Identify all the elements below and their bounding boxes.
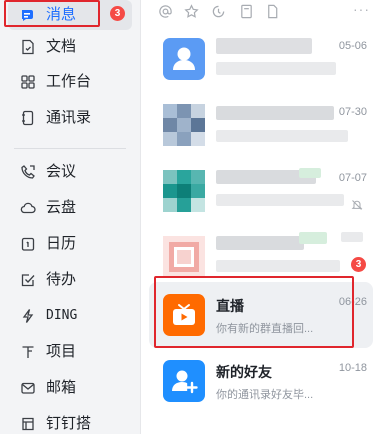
sidebar-item-label: 工作台 <box>46 73 92 90</box>
blurred-tag <box>299 168 321 178</box>
sidebar-item-label: 待办 <box>46 271 77 288</box>
sidebar-item-label: 会议 <box>46 163 77 180</box>
blurred-name <box>216 236 304 250</box>
document-icon <box>20 39 36 55</box>
blurred-avatar <box>163 104 205 146</box>
mail-icon <box>20 380 36 396</box>
conversation-preview: 你有新的群直播回... <box>216 323 314 335</box>
calendar-icon <box>20 236 36 252</box>
blurred-preview <box>216 62 336 75</box>
sidebar-item-dingdingda[interactable]: 钉钉搭 <box>8 409 132 434</box>
conversation-time: 10-18 <box>338 362 367 374</box>
conversation-time: 07-07 <box>338 172 367 184</box>
conversation-item-live[interactable]: 直播 你有新的群直播回... 06-26 <box>149 282 373 348</box>
conversation-time: 05-06 <box>338 40 367 52</box>
star-icon[interactable] <box>184 4 199 19</box>
person-avatar-icon <box>163 38 205 80</box>
blurred-avatar <box>163 170 205 212</box>
blurred-preview <box>216 130 348 142</box>
file-icon[interactable] <box>265 4 280 19</box>
project-icon <box>20 344 36 360</box>
conversation-preview: 你的通讯录好友毕... <box>216 389 314 401</box>
sidebar-item-label: 文档 <box>46 38 77 55</box>
blurred-preview <box>216 194 344 206</box>
live-tv-icon <box>163 294 205 336</box>
sidebar-item-contacts[interactable]: 通讯录 <box>8 103 132 133</box>
unread-badge: 3 <box>351 257 366 272</box>
sidebar-item-workbench[interactable]: 工作台 <box>8 67 132 97</box>
conversation-item[interactable] <box>149 224 373 290</box>
grid-icon <box>20 74 36 90</box>
sidebar-item-label: 项目 <box>46 343 77 360</box>
sidebar-item-label: 云盘 <box>46 199 77 216</box>
blurred-name <box>216 106 334 120</box>
cloud-icon <box>20 200 36 216</box>
conversation-item[interactable]: 07-30 <box>149 92 373 158</box>
at-icon[interactable] <box>158 4 173 19</box>
address-book-icon <box>20 110 36 126</box>
sidebar-item-todo[interactable]: 待办 <box>8 265 132 295</box>
blurred-tag <box>299 232 327 244</box>
blurred-avatar <box>163 236 205 278</box>
checkbox-icon <box>20 272 36 288</box>
conversation-name: 新的好友 <box>216 364 272 380</box>
sidebar-item-meeting[interactable]: 会议 <box>8 157 132 187</box>
conversation-item-new-friends[interactable]: 新的好友 你的通讯录好友毕... 10-18 <box>149 348 373 414</box>
add-friend-icon <box>163 360 205 402</box>
sidebar-item-calendar[interactable]: 日历 <box>8 229 132 259</box>
conversation-item[interactable]: 07-07 <box>149 158 373 224</box>
sidebar-item-ding[interactable]: DING <box>8 301 132 331</box>
blurred-time <box>341 232 363 242</box>
sidebar-item-mail[interactable]: 邮箱 <box>8 373 132 403</box>
list-toolbar: ··· <box>141 0 382 24</box>
more-icon[interactable]: ··· <box>353 1 370 17</box>
sidebar-item-docs[interactable]: 文档 <box>8 32 132 62</box>
sidebar-item-drive[interactable]: 云盘 <box>8 193 132 223</box>
sidebar-item-label: DING <box>46 308 78 323</box>
doc-icon[interactable] <box>239 4 254 19</box>
sidebar-item-label: 日历 <box>46 235 77 252</box>
conversation-name: 直播 <box>216 298 244 314</box>
sidebar-item-label: 消息 <box>46 6 77 23</box>
message-icon <box>20 7 36 23</box>
blurred-preview <box>216 260 340 272</box>
blurred-name <box>216 38 312 54</box>
sidebar-divider <box>14 148 126 149</box>
conversation-item[interactable]: 05-06 <box>149 26 373 92</box>
mute-bell-icon <box>351 198 363 210</box>
sidebar: 消息 3 文档 工作台 通讯录 会议 云盘 日历 待办 DING 项目 邮箱 钉… <box>0 0 141 434</box>
unread-badge: 3 <box>110 6 125 21</box>
lightning-icon <box>20 308 36 324</box>
clock-icon[interactable] <box>211 4 226 19</box>
build-icon <box>20 416 36 432</box>
sidebar-item-label: 邮箱 <box>46 379 77 396</box>
conversation-time: 07-30 <box>338 106 367 118</box>
conversation-time: 06-26 <box>338 296 367 308</box>
sidebar-item-label: 钉钉搭 <box>46 415 92 432</box>
sidebar-item-label: 通讯录 <box>46 109 92 126</box>
sidebar-item-project[interactable]: 项目 <box>8 337 132 367</box>
phone-icon <box>20 164 36 180</box>
